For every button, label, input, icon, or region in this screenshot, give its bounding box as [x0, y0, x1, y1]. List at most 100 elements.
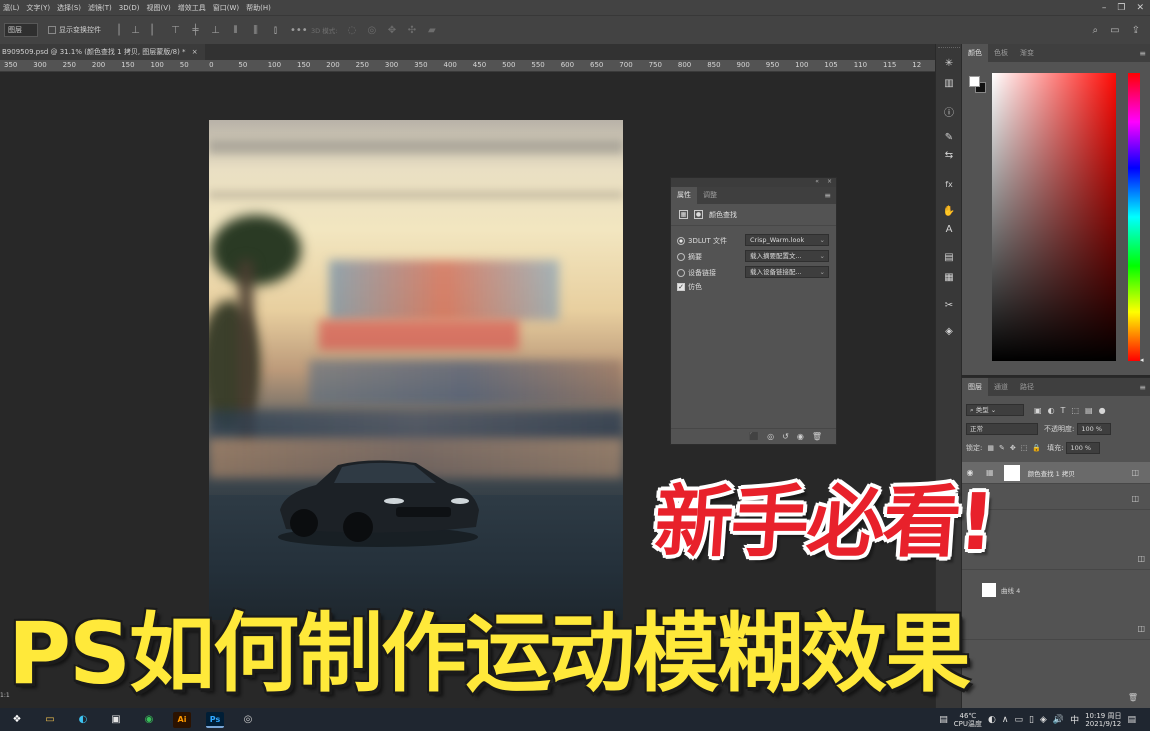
reset-icon[interactable]: ↺ [782, 432, 789, 441]
document-tab[interactable]: B909509.psd @ 31.1% (颜色查找 1 拷贝, 图层蒙版/8) … [0, 44, 205, 60]
cpu-temperature[interactable]: 46℃ CPU温度 [954, 712, 982, 728]
view-previous-icon[interactable]: ◎ [767, 432, 774, 441]
device-link-dropdown[interactable]: 载入设备链接配... ⌄ [745, 266, 829, 278]
menu-item-help[interactable]: 帮助(H) [243, 3, 275, 13]
lock-transparent-icon[interactable]: ▦ [987, 444, 994, 452]
tray-app-icon[interactable]: ◐ [988, 715, 996, 725]
color-panel-menu-icon[interactable]: ≡ [1139, 49, 1146, 58]
dither-checkbox[interactable]: ✓ [677, 282, 685, 291]
tray-monitor-icon[interactable]: ▤ [939, 715, 948, 725]
tab-color[interactable]: 颜色 [962, 44, 988, 62]
3d-panel-icon[interactable]: ◈ [936, 326, 962, 337]
align-right-icon[interactable]: ▏ [150, 25, 161, 36]
lock-image-icon[interactable]: ✎ [999, 444, 1005, 452]
filter-adjustment-icon[interactable]: ◐ [1048, 406, 1055, 415]
slide-3d-icon[interactable]: ✣ [406, 25, 417, 36]
minimize-button[interactable]: – [1102, 3, 1107, 13]
delete-icon[interactable]: 🗑 [812, 432, 822, 441]
foreground-background-swatches[interactable] [967, 74, 989, 96]
abstract-dropdown[interactable]: 载入摘要配置文... ⌄ [745, 250, 829, 262]
close-panel-icon[interactable]: × [827, 178, 832, 187]
tab-swatches[interactable]: 色板 [988, 44, 1014, 62]
input-method-icon[interactable]: 中 [1070, 713, 1079, 726]
align-bottom-icon[interactable]: ⊥ [210, 25, 221, 36]
delete-layer-icon[interactable]: 🗑 [1128, 693, 1138, 702]
libraries-icon[interactable]: ▤ [936, 252, 962, 263]
lut-file-dropdown[interactable]: Crisp_Warm.look ⌄ [745, 234, 829, 246]
layer-mask-thumbnail[interactable] [1003, 464, 1020, 481]
workspace-icon[interactable]: ▭ [1110, 25, 1119, 36]
menu-item-plugins[interactable]: 增效工具 [175, 3, 210, 13]
device-link-radio[interactable] [677, 268, 685, 277]
adjustments-icon[interactable]: ⇆ [936, 150, 962, 161]
hue-slider-marker[interactable]: ◂ [1140, 356, 1144, 364]
visibility-eye-icon[interactable]: ◉ [962, 468, 978, 477]
layer-name[interactable]: 颜色查找 1 拷贝 [1028, 468, 1075, 478]
orbit-3d-icon[interactable]: ◌ [346, 25, 357, 36]
visibility-icon[interactable]: ◉ [797, 432, 804, 441]
saturation-value-field[interactable] [992, 73, 1116, 361]
tray-network-icon[interactable]: ◈ [1040, 715, 1047, 725]
menu-item-type[interactable]: 文字(Y) [23, 3, 54, 13]
opacity-input[interactable]: 100 % [1077, 423, 1112, 435]
clip-icon[interactable]: ⬛ [749, 432, 759, 441]
distribute-h-icon[interactable]: ⫼ [250, 25, 261, 36]
show-transform-checkbox[interactable] [48, 26, 56, 34]
layers-panel-menu-icon[interactable]: ≡ [1139, 383, 1146, 392]
clock[interactable]: 10:19 周日 2021/9/12 [1085, 712, 1121, 728]
close-tab-icon[interactable]: × [192, 48, 198, 56]
restore-button[interactable]: ❐ [1117, 3, 1125, 13]
collapse-panel-icon[interactable]: « [815, 178, 819, 187]
store-icon[interactable]: ▣ [107, 712, 125, 728]
menu-item-view[interactable]: 视图(V) [143, 3, 174, 13]
tray-battery-icon[interactable]: ▯ [1029, 715, 1034, 725]
app-green-icon[interactable]: ◉ [140, 712, 158, 728]
lock-all-icon[interactable]: 🔒 [1032, 444, 1041, 452]
align-middle-icon[interactable]: ╪ [190, 25, 201, 36]
glyphs-icon[interactable]: ✋ [936, 206, 962, 217]
toolstrip-grip[interactable] [938, 47, 960, 50]
styles-icon[interactable]: fx [936, 180, 962, 189]
close-window-button[interactable]: ✕ [1136, 3, 1144, 13]
align-center-icon[interactable]: ⊥ [130, 25, 141, 36]
photoshop-icon[interactable]: Ps [206, 711, 224, 728]
layer-row[interactable]: ◫ [962, 618, 1150, 640]
start-icon[interactable]: ❖ [8, 712, 26, 728]
layer-filter-dropdown[interactable]: ⌕ 类型 ⌄ [966, 404, 1024, 416]
histogram-icon[interactable]: ▥ [936, 78, 962, 89]
tab-gradients[interactable]: 渐变 [1014, 44, 1040, 62]
tray-display-icon[interactable]: ▭ [1014, 715, 1023, 725]
roll-3d-icon[interactable]: ◎ [366, 25, 377, 36]
auto-select-dropdown[interactable]: 图层 [4, 23, 38, 37]
distribute-icon[interactable]: ⫴ [230, 25, 241, 36]
edge-icon[interactable]: ◐ [74, 712, 92, 728]
filter-pixel-icon[interactable]: ▣ [1034, 406, 1042, 415]
align-left-icon[interactable]: ▕ [110, 25, 121, 36]
tab-properties[interactable]: 属性 [671, 187, 697, 204]
tab-adjustments[interactable]: 调整 [697, 187, 723, 204]
menu-item-layer[interactable]: 滬(L) [0, 3, 23, 13]
character-icon[interactable]: A [936, 224, 962, 235]
tab-channels[interactable]: 通道 [988, 378, 1014, 396]
menu-item-window[interactable]: 窗口(W) [210, 3, 243, 13]
foreground-color-swatch[interactable] [969, 76, 980, 87]
lock-artboard-icon[interactable]: ⬚ [1021, 444, 1028, 452]
tool-presets-icon[interactable]: ✂ [936, 300, 962, 311]
info-icon[interactable]: ⓘ [936, 104, 962, 119]
tab-paths[interactable]: 路径 [1014, 378, 1040, 396]
illustrator-icon[interactable]: Ai [173, 711, 191, 728]
filter-smart-object-icon[interactable]: ▤ [1085, 406, 1093, 415]
brush-settings-icon[interactable]: ✎ [936, 132, 962, 143]
search-icon[interactable]: ⌕ [1093, 25, 1099, 36]
notification-icon[interactable]: ▤ [1127, 715, 1136, 725]
lut-file-radio[interactable] [677, 236, 685, 245]
mask-icon[interactable]: ● [694, 210, 703, 219]
menu-item-3d[interactable]: 3D(D) [116, 4, 144, 12]
more-options-icon[interactable]: ••• [290, 25, 308, 36]
tab-layers[interactable]: 图层 [962, 378, 988, 396]
brightness-icon[interactable]: ✳ [936, 58, 962, 69]
blend-mode-dropdown[interactable]: 正常 [966, 423, 1038, 435]
hue-slider[interactable] [1128, 73, 1140, 361]
filter-toggle-icon[interactable]: ● [1099, 406, 1106, 415]
filter-shape-icon[interactable]: ⬚ [1071, 406, 1079, 415]
